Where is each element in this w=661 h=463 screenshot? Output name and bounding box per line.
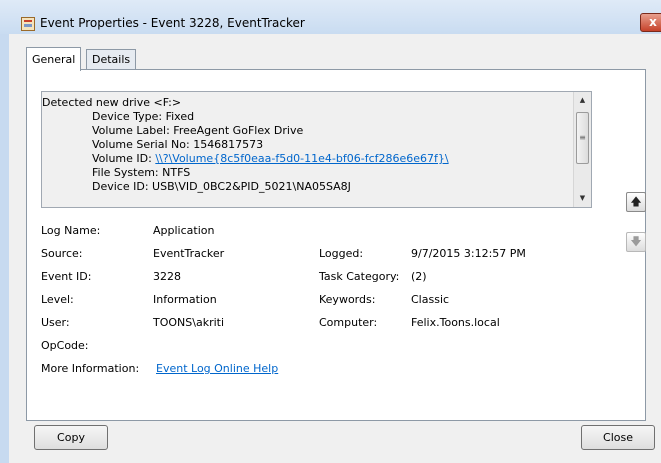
computer-label: Computer: (319, 316, 378, 329)
copy-button[interactable]: Copy (34, 425, 108, 450)
volume-id-link[interactable]: \\?\Volume{8c5f0eaa-f5d0-11e4-bf06-fcf28… (155, 152, 448, 165)
close-button[interactable]: Close (581, 425, 655, 450)
more-information-label: More Information: (41, 362, 140, 375)
user-label: User: (41, 316, 70, 329)
task-category-label: Task Category: (319, 270, 400, 283)
description-scrollbar[interactable]: ▲ ≡ ▼ (573, 92, 591, 207)
close-icon: x (649, 15, 657, 29)
up-arrow-icon: 🡅 (630, 195, 642, 208)
window-close-button[interactable]: x (640, 13, 661, 32)
volume-id-label: Volume ID: (92, 152, 156, 165)
next-event-button[interactable]: 🡇 (626, 232, 646, 252)
computer-value: Felix.Toons.local (411, 316, 500, 329)
previous-event-button[interactable]: 🡅 (626, 192, 646, 212)
event-id-label: Event ID: (41, 270, 92, 283)
down-arrow-icon: 🡇 (630, 235, 642, 248)
task-category-value: (2) (411, 270, 427, 283)
description-text: Detected new drive <F:> Device Type: Fix… (42, 96, 573, 194)
keywords-value: Classic (411, 293, 450, 306)
description-line: Device ID: USB\VID_0BC2&PID_5021\NA05SA8… (92, 180, 351, 193)
log-name-label: Log Name: (41, 224, 101, 237)
dialog-window: Event Properties - Event 3228, EventTrac… (0, 0, 661, 463)
dialog-body: General Details Detected new drive <F:> … (9, 34, 661, 463)
event-viewer-icon (21, 17, 35, 31)
opcode-label: OpCode: (41, 339, 89, 352)
event-log-online-help-link[interactable]: Event Log Online Help (156, 362, 278, 375)
source-value: EventTracker (153, 247, 225, 260)
tab-details[interactable]: Details (86, 49, 137, 70)
description-line: Device Type: Fixed (92, 110, 195, 123)
description-line: Volume Label: FreeAgent GoFlex Drive (92, 124, 304, 137)
scroll-down-icon[interactable]: ▼ (574, 190, 591, 207)
tab-general[interactable]: General (26, 47, 82, 71)
keywords-label: Keywords: (319, 293, 376, 306)
window-title: Event Properties - Event 3228, EventTrac… (40, 16, 305, 30)
scroll-up-icon[interactable]: ▲ (574, 92, 591, 109)
event-description-box[interactable]: Detected new drive <F:> Device Type: Fix… (41, 91, 592, 208)
user-value: TOONS\akriti (153, 316, 225, 329)
level-label: Level: (41, 293, 74, 306)
logged-value: 9/7/2015 3:12:57 PM (411, 247, 526, 260)
source-label: Source: (41, 247, 83, 260)
title-bar[interactable]: Event Properties - Event 3228, EventTrac… (0, 0, 661, 34)
event-id-value: 3228 (153, 270, 181, 283)
description-line: File System: NTFS (92, 166, 191, 179)
logged-label: Logged: (319, 247, 364, 260)
level-value: Information (153, 293, 217, 306)
description-line: Volume ID: \\?\Volume{8c5f0eaa-f5d0-11e4… (42, 152, 573, 166)
log-name-value: Application (153, 224, 215, 237)
description-line: Volume Serial No: 1546817573 (92, 138, 264, 151)
description-line: Detected new drive <F:> (42, 96, 182, 109)
general-tab-panel: Detected new drive <F:> Device Type: Fix… (26, 69, 646, 421)
scrollbar-thumb[interactable]: ≡ (576, 112, 589, 164)
